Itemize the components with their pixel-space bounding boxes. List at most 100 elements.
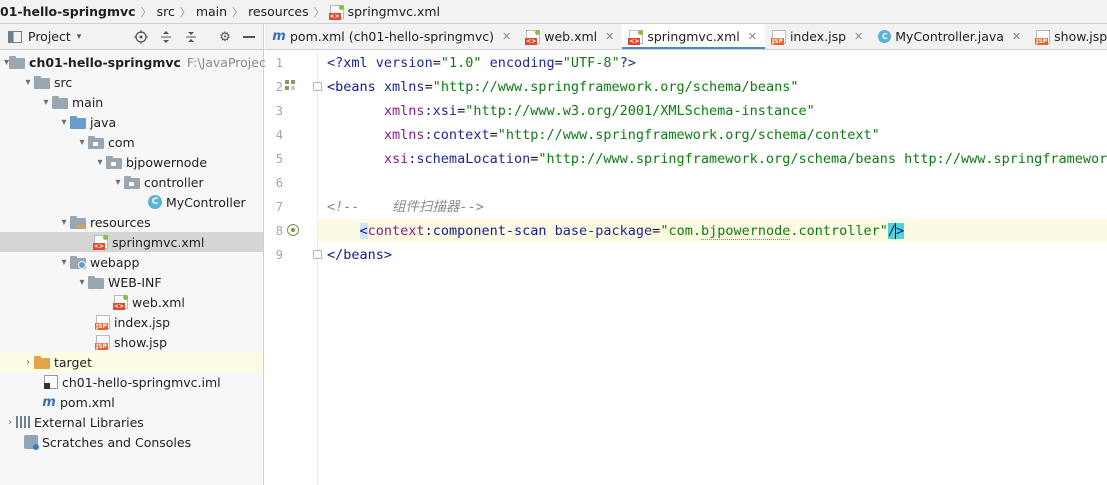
xml-file-icon xyxy=(328,4,344,20)
source-folder-icon xyxy=(70,115,86,129)
code-line-7: <!-- 组件扫描器--> xyxy=(327,199,484,215)
code-line-2: <beans xmlns="http://www.springframework… xyxy=(327,79,799,95)
close-icon[interactable]: ✕ xyxy=(1012,30,1021,43)
tab-web-xml[interactable]: web.xml ✕ xyxy=(519,24,622,49)
jsp-file-icon xyxy=(95,335,110,350)
chevron-down-icon[interactable]: ▾ xyxy=(112,177,124,188)
code-line-4: xmlns:context="http://www.springframewor… xyxy=(383,127,880,143)
maven-icon: m xyxy=(42,394,56,410)
tab-show-jsp[interactable]: show.jsp ✕ xyxy=(1029,24,1107,49)
breadcrumb-item-module[interactable]: 01-hello-springmvc xyxy=(0,4,140,19)
code-line-8: <context:component-scan base-package="co… xyxy=(359,223,905,240)
tab-springmvc-xml[interactable]: springmvc.xml ✕ xyxy=(622,24,765,49)
close-icon[interactable]: ✕ xyxy=(748,30,757,43)
line-number: 4 xyxy=(275,128,283,142)
tree-item-bjpowernode[interactable]: ▾ bjpowernode xyxy=(0,152,263,172)
tree-item-resources[interactable]: ▾ resources xyxy=(0,212,263,232)
tree-item-module[interactable]: ▾ ch01-hello-springmvc F:\JavaProject\ xyxy=(0,52,275,72)
project-view-icon xyxy=(8,30,22,43)
project-view-selector[interactable]: Project xyxy=(28,29,71,44)
package-icon xyxy=(124,175,140,189)
tree-item-springmvc-xml[interactable]: springmvc.xml xyxy=(0,232,263,252)
breadcrumb-item-file[interactable]: springmvc.xml xyxy=(326,4,444,20)
code-line-5: xsi:schemaLocation="http://www.springfra… xyxy=(383,151,1107,167)
collapse-all-icon[interactable] xyxy=(182,28,200,46)
breadcrumb-item-main[interactable]: main xyxy=(192,4,231,19)
tree-item-show-jsp[interactable]: show.jsp xyxy=(0,332,263,352)
tree-item-pom-xml[interactable]: m pom.xml xyxy=(0,392,263,412)
chevron-down-icon[interactable]: ▾ xyxy=(94,157,106,168)
tree-item-target[interactable]: › target xyxy=(0,352,263,372)
folder-icon xyxy=(88,275,104,289)
jsp-file-icon xyxy=(770,29,786,45)
close-icon[interactable]: ✕ xyxy=(502,30,511,43)
tree-item-controller[interactable]: ▾ controller xyxy=(0,172,263,192)
tree-item-java[interactable]: ▾ java xyxy=(0,112,263,132)
tree-item-scratches[interactable]: Scratches and Consoles xyxy=(0,432,263,452)
line-number: 6 xyxy=(275,176,283,190)
locate-icon[interactable] xyxy=(132,28,150,46)
resources-folder-icon xyxy=(70,215,86,229)
chevron-down-icon[interactable]: ▾ xyxy=(58,217,70,228)
chevron-right-icon[interactable]: › xyxy=(22,357,34,368)
xml-file-icon xyxy=(113,295,128,310)
chevron-down-icon[interactable]: ▾ xyxy=(58,117,70,128)
spring-bean-icon[interactable] xyxy=(287,224,299,236)
tab-mycontroller-java[interactable]: C MyController.java ✕ xyxy=(871,24,1029,49)
tree-item-main[interactable]: ▾ main xyxy=(0,92,263,112)
code-editor[interactable]: 1 2 3 4 5 6 7 8 9 <?xml version="1.0" en… xyxy=(265,51,1107,485)
line-number: 1 xyxy=(275,56,283,70)
fold-marker-icon[interactable] xyxy=(313,82,322,91)
scratches-icon xyxy=(24,435,39,450)
tab-pom-xml[interactable]: m pom.xml (ch01-hello-springmvc) ✕ xyxy=(265,24,519,49)
tree-item-external-libraries[interactable]: › External Libraries xyxy=(0,412,263,432)
tree-item-com[interactable]: ▾ com xyxy=(0,132,263,152)
editor-tab-bar: m pom.xml (ch01-hello-springmvc) ✕ web.x… xyxy=(265,24,1107,50)
tab-index-jsp[interactable]: index.jsp ✕ xyxy=(765,24,871,49)
breadcrumb-item-src[interactable]: src xyxy=(153,4,179,19)
line-number: 2 xyxy=(275,80,283,94)
line-number: 5 xyxy=(275,152,283,166)
close-icon[interactable]: ✕ xyxy=(605,30,614,43)
spring-context-icon[interactable] xyxy=(285,80,299,94)
tree-item-index-jsp[interactable]: index.jsp xyxy=(0,312,263,332)
project-tree: ▾ ch01-hello-springmvc F:\JavaProject\ ▾… xyxy=(0,50,275,452)
breadcrumb-separator-icon: 〉 xyxy=(179,5,191,19)
breadcrumb: 01-hello-springmvc 〉 src 〉 main 〉 resour… xyxy=(0,0,1107,24)
chevron-down-icon[interactable]: ▾ xyxy=(40,97,52,108)
chevron-down-icon[interactable]: ▾ xyxy=(76,137,88,148)
breadcrumb-separator-icon: 〉 xyxy=(313,5,325,19)
chevron-down-icon[interactable]: ▾ xyxy=(22,77,34,88)
project-panel-header: Project ▾ ⚙ xyxy=(0,24,263,50)
tree-item-mycontroller[interactable]: C MyController xyxy=(0,192,263,212)
tree-item-webapp[interactable]: ▾ webapp xyxy=(0,252,263,272)
iml-file-icon xyxy=(44,375,58,389)
tree-item-web-xml[interactable]: web.xml xyxy=(0,292,263,312)
folder-icon xyxy=(34,75,50,89)
package-icon xyxy=(106,155,122,169)
tree-item-iml[interactable]: ch01-hello-springmvc.iml xyxy=(0,372,263,392)
chevron-down-icon[interactable]: ▾ xyxy=(77,32,82,42)
jsp-file-icon xyxy=(1035,29,1051,45)
close-icon[interactable]: ✕ xyxy=(854,30,863,43)
chevron-right-icon[interactable]: › xyxy=(4,417,16,428)
tree-item-src[interactable]: ▾ src xyxy=(0,72,263,92)
settings-gear-icon[interactable]: ⚙ xyxy=(216,28,234,46)
expand-all-icon[interactable] xyxy=(157,28,175,46)
java-class-icon: C xyxy=(148,195,162,209)
line-number: 3 xyxy=(275,104,283,118)
code-line-3: xmlns:xsi="http://www.w3.org/2001/XMLSch… xyxy=(383,103,815,119)
chevron-down-icon[interactable]: ▾ xyxy=(58,257,70,268)
xml-file-icon xyxy=(525,29,541,45)
tree-item-web-inf[interactable]: ▾ WEB-INF xyxy=(0,272,263,292)
code-line-1: <?xml version="1.0" encoding="UTF-8"?> xyxy=(327,55,636,71)
fold-marker-icon[interactable] xyxy=(313,250,322,259)
chevron-down-icon[interactable]: ▾ xyxy=(76,277,88,288)
hide-icon[interactable] xyxy=(240,28,258,46)
folder-icon xyxy=(52,95,68,109)
code-line-9: </beans> xyxy=(327,247,393,263)
breadcrumb-separator-icon: 〉 xyxy=(140,5,152,19)
package-icon xyxy=(88,135,104,149)
line-number: 8 xyxy=(275,224,283,238)
breadcrumb-item-resources[interactable]: resources xyxy=(244,4,313,19)
